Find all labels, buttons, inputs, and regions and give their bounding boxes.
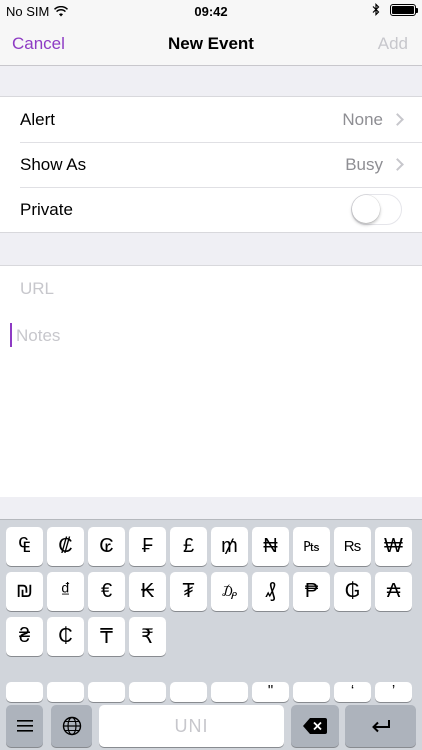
currency-key[interactable] bbox=[293, 682, 330, 702]
menu-key[interactable] bbox=[6, 705, 43, 747]
return-icon bbox=[371, 720, 390, 733]
currency-key[interactable]: ₵ bbox=[47, 617, 84, 656]
add-button[interactable]: Add bbox=[378, 34, 408, 54]
backspace-key[interactable] bbox=[291, 705, 339, 747]
show-as-value-text: Busy bbox=[345, 154, 383, 174]
currency-key[interactable] bbox=[211, 682, 248, 702]
status-bar: No SIM 09:42 bbox=[0, 0, 422, 22]
currency-key[interactable]: ₳ bbox=[375, 572, 412, 611]
url-group: URL bbox=[0, 265, 422, 311]
currency-key[interactable] bbox=[170, 682, 207, 702]
currency-key[interactable]: ₨ bbox=[334, 527, 371, 566]
private-row: Private bbox=[0, 187, 422, 232]
space-key-label: UNI bbox=[174, 715, 209, 736]
chevron-right-icon bbox=[391, 158, 404, 171]
currency-key[interactable]: ₮ bbox=[170, 572, 207, 611]
currency-key[interactable]: " bbox=[252, 682, 289, 702]
event-settings-group: Alert None Show As Busy Private bbox=[0, 96, 422, 233]
backspace-icon bbox=[303, 718, 327, 734]
currency-key[interactable]: ’ bbox=[375, 682, 412, 702]
battery-icon bbox=[390, 3, 418, 16]
currency-key[interactable] bbox=[88, 682, 125, 702]
currency-key[interactable]: ₦ bbox=[252, 527, 289, 566]
currency-key[interactable]: ‘ bbox=[334, 682, 371, 702]
alert-label: Alert bbox=[20, 109, 55, 129]
currency-key[interactable]: ₩ bbox=[375, 527, 412, 566]
alert-value: None bbox=[342, 109, 404, 130]
currency-key[interactable]: ₯ bbox=[211, 572, 248, 611]
private-label: Private bbox=[20, 199, 73, 219]
currency-key[interactable] bbox=[129, 682, 166, 702]
text-cursor bbox=[10, 323, 12, 347]
show-as-label: Show As bbox=[20, 154, 87, 174]
url-field[interactable]: URL bbox=[0, 266, 422, 311]
globe-icon bbox=[62, 716, 81, 736]
currency-key[interactable]: ₧ bbox=[293, 527, 330, 566]
bluetooth-icon bbox=[372, 3, 380, 16]
return-key[interactable] bbox=[345, 705, 416, 747]
currency-key[interactable]: € bbox=[88, 572, 125, 611]
currency-key[interactable]: ₡ bbox=[47, 527, 84, 566]
currency-key[interactable]: ₱ bbox=[293, 572, 330, 611]
url-placeholder: URL bbox=[20, 278, 55, 298]
currency-key[interactable]: ₥ bbox=[211, 527, 248, 566]
currency-key[interactable]: ₰ bbox=[252, 572, 289, 611]
globe-key[interactable] bbox=[51, 705, 92, 747]
status-right bbox=[372, 3, 418, 16]
currency-key[interactable] bbox=[6, 682, 43, 702]
nav-bar: Cancel New Event Add bbox=[0, 22, 422, 66]
currency-keyboard: ₠ ₡ ₢ ₣ £ ₥ ₦ ₧ ₨ ₩ ₪ ₫ € ₭ ₮ ₯ ₰ ₱ ₲ ₳ ₴ ₵ ₸ ₹ " ‘’ UNI bbox=[0, 519, 422, 750]
space-key[interactable]: UNI bbox=[99, 705, 284, 747]
notes-field[interactable]: Notes bbox=[0, 311, 422, 497]
currency-key[interactable]: ₪ bbox=[6, 572, 43, 611]
show-as-row[interactable]: Show As Busy bbox=[0, 142, 422, 187]
currency-key[interactable]: ₣ bbox=[129, 527, 166, 566]
currency-key[interactable] bbox=[47, 682, 84, 702]
currency-key[interactable]: £ bbox=[170, 527, 207, 566]
alert-value-text: None bbox=[342, 109, 383, 129]
currency-key[interactable]: ₴ bbox=[6, 617, 43, 656]
private-toggle[interactable] bbox=[351, 194, 402, 225]
currency-key[interactable]: ₢ bbox=[88, 527, 125, 566]
page-title: New Event bbox=[168, 34, 254, 53]
currency-key[interactable]: ₫ bbox=[47, 572, 84, 611]
notes-placeholder: Notes bbox=[16, 326, 61, 345]
status-time: 09:42 bbox=[194, 4, 228, 19]
currency-key[interactable]: ₠ bbox=[6, 527, 43, 566]
toggle-knob bbox=[352, 195, 380, 223]
currency-key[interactable]: ₹ bbox=[129, 617, 166, 656]
currency-key[interactable]: ₲ bbox=[334, 572, 371, 611]
chevron-right-icon bbox=[391, 113, 404, 126]
currency-key[interactable]: ₸ bbox=[88, 617, 125, 656]
show-as-value: Busy bbox=[345, 154, 404, 175]
currency-key[interactable]: ₭ bbox=[129, 572, 166, 611]
alert-row[interactable]: Alert None bbox=[0, 97, 422, 142]
menu-icon bbox=[16, 720, 33, 732]
